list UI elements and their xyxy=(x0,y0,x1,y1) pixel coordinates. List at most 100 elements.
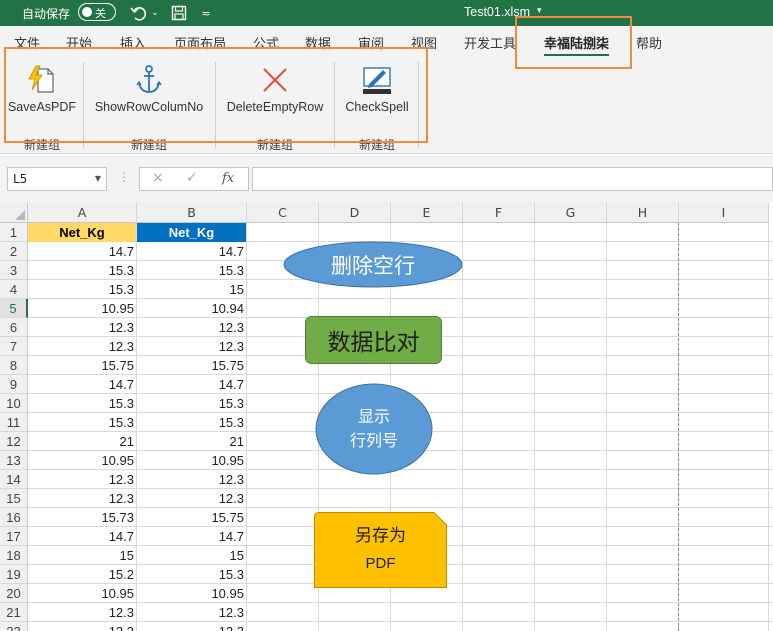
cell-b2[interactable]: 14.7 xyxy=(137,242,246,261)
delete-empty-rows-shape[interactable]: 删除空行 xyxy=(283,241,463,288)
cell-b12[interactable]: 21 xyxy=(137,432,246,451)
check-spell-button[interactable]: CheckSpell xyxy=(340,60,414,126)
row-header-7[interactable]: 7 xyxy=(0,337,28,356)
row-header-15[interactable]: 15 xyxy=(0,489,28,508)
worksheet-grid[interactable]: ABCDEFGHI 1 2 3 4 5 6 7 8 9 10 11 12 13 14 15 16 17 18 19 2… xyxy=(0,203,773,631)
tab-view[interactable]: 视图 xyxy=(411,33,437,52)
cell-b3[interactable]: 15.3 xyxy=(137,261,246,280)
column-header-e[interactable]: E xyxy=(391,203,463,223)
row-header-9[interactable]: 9 xyxy=(0,375,28,394)
formula-bar-grip-icon[interactable]: ⋮ xyxy=(118,170,130,184)
cell-b17[interactable]: 14.7 xyxy=(137,527,246,546)
cell-b5[interactable]: 10.94 xyxy=(137,299,246,318)
tab-review[interactable]: 审阅 xyxy=(358,33,384,52)
column-header-f[interactable]: F xyxy=(463,203,535,223)
chevron-down-icon[interactable]: ▼ xyxy=(95,174,101,183)
tab-help[interactable]: 帮助 xyxy=(636,33,662,52)
tab-home[interactable]: 开始 xyxy=(66,33,92,52)
header-cell-a1[interactable]: Net_Kg xyxy=(28,223,136,242)
row-header-20[interactable]: 20 xyxy=(0,584,28,603)
row-header-14[interactable]: 14 xyxy=(0,470,28,489)
cell-a9[interactable]: 14.7 xyxy=(28,375,136,394)
cell-a21[interactable]: 12.3 xyxy=(28,603,136,622)
cell-a2[interactable]: 14.7 xyxy=(28,242,136,261)
row-header-18[interactable]: 18 xyxy=(0,546,28,565)
save-icon[interactable] xyxy=(168,2,190,24)
select-all-corner[interactable] xyxy=(0,203,28,223)
column-header-b[interactable]: B xyxy=(137,203,247,223)
cell-b6[interactable]: 12.3 xyxy=(137,318,246,337)
tab-developer[interactable]: 开发工具 xyxy=(464,33,516,52)
undo-icon[interactable] xyxy=(128,2,150,24)
row-header-1[interactable]: 1 xyxy=(0,223,28,242)
delete-empty-row-button[interactable]: DeleteEmptyRow xyxy=(220,60,330,126)
row-header-3[interactable]: 3 xyxy=(0,261,28,280)
row-header-4[interactable]: 4 xyxy=(0,280,28,299)
cell-b10[interactable]: 15.3 xyxy=(137,394,246,413)
tab-formulas[interactable]: 公式 xyxy=(253,33,279,52)
cell-b22[interactable]: 12.3 xyxy=(137,622,246,631)
cell-a4[interactable]: 15.3 xyxy=(28,280,136,299)
title-dropdown-icon[interactable]: ▾ xyxy=(537,6,542,16)
row-header-22[interactable]: 22 xyxy=(0,622,28,631)
cancel-icon[interactable]: × xyxy=(152,170,164,186)
row-header-11[interactable]: 11 xyxy=(0,413,28,432)
column-header-i[interactable]: I xyxy=(679,203,769,223)
cell-b13[interactable]: 10.95 xyxy=(137,451,246,470)
tab-file[interactable]: 文件 xyxy=(14,33,40,52)
row-header-8[interactable]: 8 xyxy=(0,356,28,375)
column-header-c[interactable]: C xyxy=(247,203,319,223)
show-row-column-no-button[interactable]: ShowRowColumNo xyxy=(88,60,210,126)
cell-a10[interactable]: 15.3 xyxy=(28,394,136,413)
row-header-21[interactable]: 21 xyxy=(0,603,28,622)
row-header-6[interactable]: 6 xyxy=(0,318,28,337)
enter-icon[interactable]: ✓ xyxy=(186,170,198,186)
cell-a6[interactable]: 12.3 xyxy=(28,318,136,337)
cell-b7[interactable]: 12.3 xyxy=(137,337,246,356)
cell-b18[interactable]: 15 xyxy=(137,546,246,565)
row-header-17[interactable]: 17 xyxy=(0,527,28,546)
cell-a15[interactable]: 12.3 xyxy=(28,489,136,508)
cell-a8[interactable]: 15.75 xyxy=(28,356,136,375)
cell-a5[interactable]: 10.95 xyxy=(28,299,136,318)
cell-b14[interactable]: 12.3 xyxy=(137,470,246,489)
column-header-d[interactable]: D xyxy=(319,203,391,223)
undo-dropdown-icon[interactable]: ⌄ xyxy=(150,2,160,24)
row-header-13[interactable]: 13 xyxy=(0,451,28,470)
cell-a16[interactable]: 15.73 xyxy=(28,508,136,527)
cell-b8[interactable]: 15.75 xyxy=(137,356,246,375)
show-row-col-shape[interactable]: 显示 行列号 xyxy=(315,383,433,475)
tab-custom-active[interactable]: 幸福陆捌柒 xyxy=(544,33,610,57)
tab-insert[interactable]: 插入 xyxy=(120,33,146,52)
header-cell-b1[interactable]: Net_Kg xyxy=(137,223,246,242)
row-header-12[interactable]: 12 xyxy=(0,432,28,451)
row-header-5[interactable]: 5 xyxy=(0,299,28,318)
cell-b11[interactable]: 15.3 xyxy=(137,413,246,432)
cell-a20[interactable]: 10.95 xyxy=(28,584,136,603)
row-header-19[interactable]: 19 xyxy=(0,565,28,584)
tab-data[interactable]: 数据 xyxy=(305,33,331,52)
row-header-2[interactable]: 2 xyxy=(0,242,28,261)
cell-a14[interactable]: 12.3 xyxy=(28,470,136,489)
cell-a11[interactable]: 15.3 xyxy=(28,413,136,432)
cell-a13[interactable]: 10.95 xyxy=(28,451,136,470)
cell-b20[interactable]: 10.95 xyxy=(137,584,246,603)
column-header-a[interactable]: A xyxy=(28,203,137,223)
compare-data-shape[interactable]: 数据比对 xyxy=(305,316,442,364)
cell-a19[interactable]: 15.2 xyxy=(28,565,136,584)
cell-b19[interactable]: 15.3 xyxy=(137,565,246,584)
cell-a18[interactable]: 15 xyxy=(28,546,136,565)
save-as-pdf-button[interactable]: SaveAsPDF xyxy=(6,60,78,126)
cell-a3[interactable]: 15.3 xyxy=(28,261,136,280)
cell-b16[interactable]: 15.75 xyxy=(137,508,246,527)
row-header-16[interactable]: 16 xyxy=(0,508,28,527)
insert-function-icon[interactable]: fx xyxy=(222,171,234,186)
column-header-g[interactable]: G xyxy=(535,203,607,223)
cell-a22[interactable]: 12.3 xyxy=(28,622,136,631)
cell-a7[interactable]: 12.3 xyxy=(28,337,136,356)
save-as-pdf-shape[interactable]: 另存为 PDF xyxy=(314,512,447,588)
cell-b4[interactable]: 15 xyxy=(137,280,246,299)
column-header-h[interactable]: H xyxy=(607,203,679,223)
cell-b15[interactable]: 12.3 xyxy=(137,489,246,508)
cell-b21[interactable]: 12.3 xyxy=(137,603,246,622)
